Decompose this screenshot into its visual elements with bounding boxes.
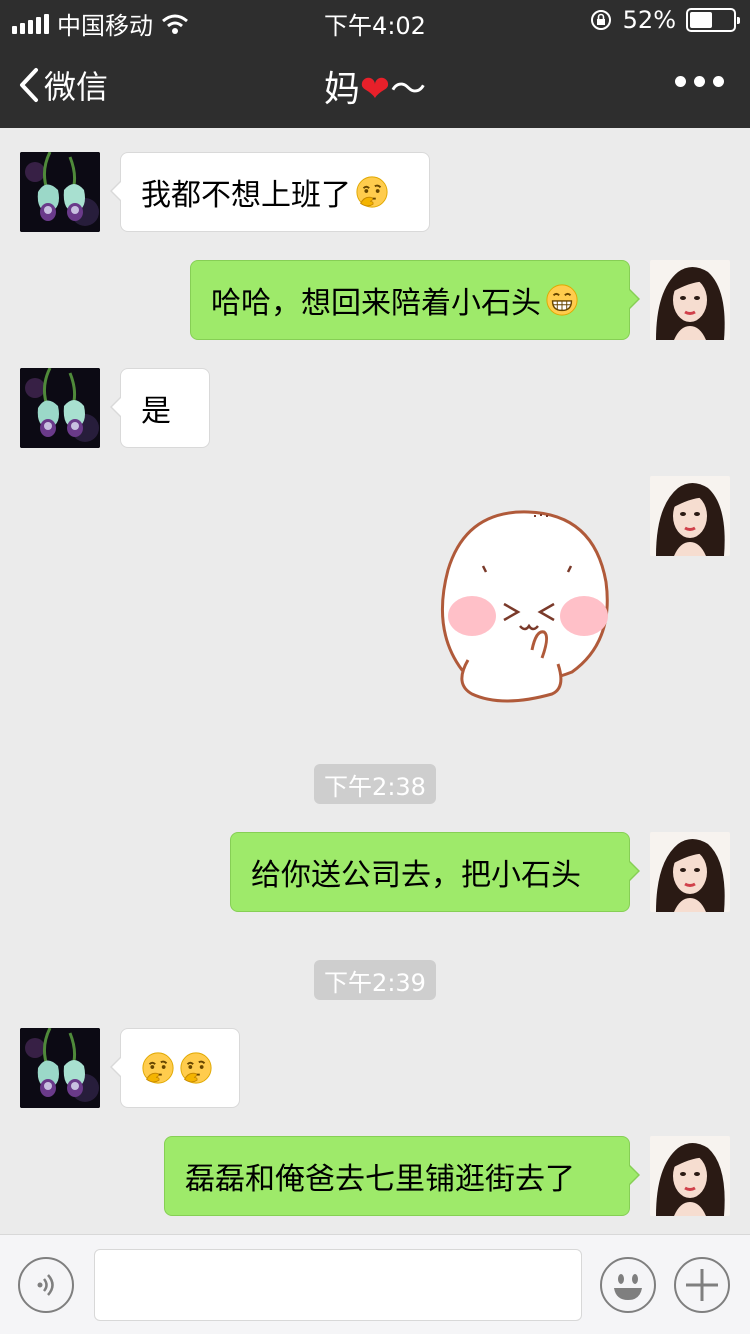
plus-button[interactable] [674, 1257, 730, 1313]
message-text: 我都不想上班了 [141, 178, 351, 213]
message-bubble-incoming[interactable] [110, 1028, 240, 1108]
message-input[interactable] [94, 1249, 582, 1321]
voice-icon [37, 1274, 54, 1296]
avatar-me[interactable] [650, 476, 730, 556]
message-text: 磊磊和俺爸去七里铺逛街去了 [185, 1162, 575, 1197]
message-bubble-incoming[interactable]: 是 [110, 368, 210, 448]
plus-icon [686, 1269, 718, 1301]
emoji-button[interactable] [600, 1257, 656, 1313]
message-text: 给你送公司去，把小石头 [251, 858, 581, 893]
message-text: 是 [141, 394, 171, 429]
battery-percent: 52% [622, 6, 676, 34]
thinking-face-icon [355, 175, 389, 209]
thinking-face-icon [141, 1051, 175, 1085]
chat-header: 中国移动 下午4:02 52% 微信 妈❤～ [0, 0, 750, 128]
thinking-face-icon [179, 1051, 213, 1085]
title-tilde: ～ [390, 69, 427, 110]
smiley-icon [614, 1274, 642, 1300]
message-bubble-outgoing[interactable]: 给你送公司去，把小石头 [230, 832, 640, 912]
message-bubble-outgoing[interactable]: 磊磊和俺爸去七里铺逛街去了 [164, 1136, 640, 1216]
rotation-lock-icon [590, 10, 611, 30]
message-bubble-outgoing[interactable]: 哈哈，想回来陪着小石头 [190, 260, 640, 340]
message-bubble-incoming[interactable]: 我都不想上班了 [110, 152, 430, 232]
battery-info: 52% [589, 6, 740, 34]
timestamp: 下午2:39 [314, 960, 436, 1000]
avatar-me[interactable] [650, 1136, 730, 1216]
avatar-mom[interactable] [20, 368, 100, 448]
blushing-bun-sticker[interactable] [432, 500, 616, 712]
timestamp: 下午2:38 [314, 764, 436, 804]
voice-button[interactable] [18, 1257, 74, 1313]
avatar-mom[interactable] [20, 152, 100, 232]
avatar-me[interactable] [650, 260, 730, 340]
chat-title: 妈❤～ [0, 60, 750, 112]
grinning-face-icon [545, 283, 579, 317]
contact-name: 妈 [323, 69, 360, 110]
input-bar [0, 1234, 750, 1334]
chat-area[interactable]: 我都不想上班了 哈哈，想回来陪着小石头 是 下午2:38 给你送公司去，把小石头… [0, 128, 750, 1234]
nav-bar: 微信 妈❤～ [0, 40, 750, 128]
avatar-mom[interactable] [20, 1028, 100, 1108]
message-text: 哈哈，想回来陪着小石头 [211, 286, 541, 321]
battery-icon [686, 8, 740, 32]
status-bar: 中国移动 下午4:02 52% [0, 0, 750, 40]
avatar-me[interactable] [650, 832, 730, 912]
more-dots-icon[interactable] [675, 76, 724, 87]
heart-emoji: ❤ [359, 69, 391, 110]
